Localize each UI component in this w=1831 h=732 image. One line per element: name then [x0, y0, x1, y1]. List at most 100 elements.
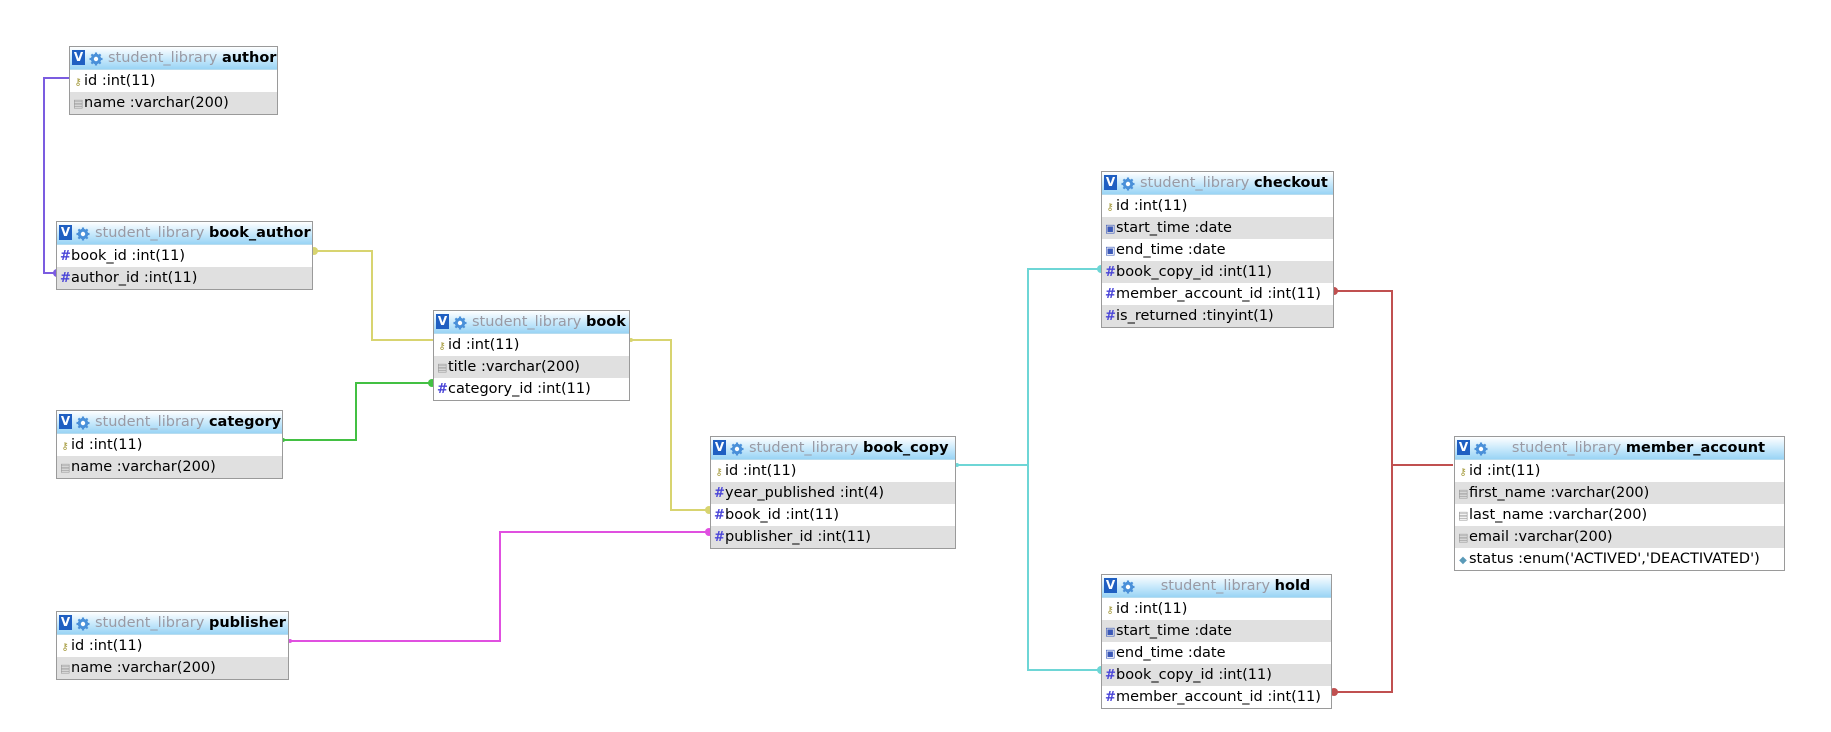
table-name: publisher: [208, 615, 286, 631]
column-row[interactable]: ▣end_time :date: [1102, 239, 1333, 261]
column-row[interactable]: #book_id :int(11): [711, 504, 955, 526]
column-label: is_returned :tinyint(1): [1116, 308, 1274, 324]
column-label: book_id :int(11): [71, 248, 185, 264]
column-label: title :varchar(200): [448, 359, 580, 375]
column-label: author_id :int(11): [71, 270, 198, 286]
column-row[interactable]: #author_id :int(11): [57, 267, 312, 289]
table-hold[interactable]: Vstudent_library hold ⚷ id :int(11) ▣start_…: [1101, 574, 1332, 709]
column-row[interactable]: ▣start_time :date: [1102, 620, 1331, 642]
table-author[interactable]: Vstudent_library author ⚷ id :int(11) ▤name…: [69, 46, 278, 115]
view-toggle-icon[interactable]: V: [1104, 578, 1117, 593]
numeric-column-icon: #: [60, 271, 71, 286]
database-name: student_library: [95, 414, 205, 430]
date-column-icon: ▣: [1105, 222, 1116, 235]
view-toggle-icon[interactable]: V: [72, 50, 85, 65]
table-publisher[interactable]: Vstudent_library publisher ⚷ id :int(11) ▤n…: [56, 611, 289, 680]
gear-icon[interactable]: [89, 51, 103, 66]
table-header[interactable]: Vstudent_library author: [70, 47, 277, 70]
column-row[interactable]: ▤name :varchar(200): [57, 456, 282, 478]
table-header[interactable]: Vstudent_library publisher: [57, 612, 288, 635]
text-column-icon: ▤: [437, 361, 448, 374]
numeric-column-icon: #: [714, 486, 725, 501]
column-row[interactable]: #year_published :int(4): [711, 482, 955, 504]
column-row[interactable]: ⚷ id :int(11): [711, 460, 955, 482]
column-row[interactable]: ⚷ id :int(11): [70, 70, 277, 92]
view-toggle-icon[interactable]: V: [713, 440, 726, 455]
gear-icon[interactable]: [1121, 176, 1135, 191]
gear-icon[interactable]: [76, 415, 90, 430]
table-checkout[interactable]: Vstudent_library checkout ⚷ id :int(11) ▣st…: [1101, 171, 1334, 328]
relation-book-copy-to-checkout-and-hold: [955, 265, 1105, 674]
column-row[interactable]: ⚷ id :int(11): [1102, 598, 1331, 620]
gear-icon[interactable]: [453, 315, 467, 330]
table-header[interactable]: Vstudent_library checkout: [1102, 172, 1333, 195]
gear-icon[interactable]: [1474, 441, 1488, 456]
gear-icon[interactable]: [76, 226, 90, 241]
column-row[interactable]: ▤name :varchar(200): [57, 657, 288, 679]
column-label: id :int(11): [725, 463, 797, 479]
table-book-author[interactable]: Vstudent_library book_author #book_id :in…: [56, 221, 313, 290]
table-header[interactable]: Vstudent_library book: [434, 311, 629, 334]
view-toggle-icon[interactable]: V: [59, 225, 72, 240]
text-column-icon: ▤: [60, 461, 71, 474]
gear-icon[interactable]: [730, 441, 744, 456]
view-toggle-icon[interactable]: V: [1457, 440, 1470, 455]
primary-key-icon: ⚷: [61, 642, 69, 653]
column-row[interactable]: ▤name :varchar(200): [70, 92, 277, 114]
column-label: name :varchar(200): [84, 95, 229, 111]
table-book-copy[interactable]: Vstudent_library book_copy ⚷ id :int(11) #y…: [710, 436, 956, 549]
column-row[interactable]: #book_id :int(11): [57, 245, 312, 267]
table-header[interactable]: Vstudent_library category: [57, 411, 282, 434]
column-row[interactable]: #member_account_id :int(11): [1102, 686, 1331, 708]
database-name: student_library: [1160, 578, 1271, 594]
table-title: student_library publisher: [95, 612, 286, 634]
gear-icon[interactable]: [76, 616, 90, 631]
table-name: author: [221, 50, 277, 66]
column-label: last_name :varchar(200): [1469, 507, 1648, 523]
column-row[interactable]: #category_id :int(11): [434, 378, 629, 400]
relation-book-to-category: [281, 379, 436, 442]
column-label: category_id :int(11): [448, 381, 591, 397]
column-row[interactable]: #is_returned :tinyint(1): [1102, 305, 1333, 327]
view-toggle-icon[interactable]: V: [1104, 175, 1117, 190]
table-name: member_account: [1625, 440, 1766, 456]
column-row[interactable]: ⚷ id :int(11): [57, 635, 288, 657]
column-row[interactable]: ▤title :varchar(200): [434, 356, 629, 378]
column-row[interactable]: ⚷ id :int(11): [57, 434, 282, 456]
table-header[interactable]: Vstudent_library member_account: [1455, 437, 1784, 460]
column-label: start_time :date: [1116, 220, 1232, 236]
table-header[interactable]: Vstudent_library hold: [1102, 575, 1331, 598]
database-name: student_library: [472, 314, 582, 330]
column-row[interactable]: #book_copy_id :int(11): [1102, 261, 1333, 283]
table-title: student_library hold: [1144, 575, 1327, 597]
column-row[interactable]: ▣end_time :date: [1102, 642, 1331, 664]
column-row[interactable]: ◆ status :enum('ACTIVED','DEACTIVATED'): [1455, 548, 1784, 570]
column-label: name :varchar(200): [71, 660, 216, 676]
database-name: student_library: [1511, 440, 1622, 456]
column-row[interactable]: #member_account_id :int(11): [1102, 283, 1333, 305]
column-label: end_time :date: [1116, 242, 1226, 258]
table-header[interactable]: Vstudent_library book_copy: [711, 437, 955, 460]
column-row[interactable]: ⚷ id :int(11): [434, 334, 629, 356]
column-row[interactable]: ▣start_time :date: [1102, 217, 1333, 239]
view-toggle-icon[interactable]: V: [436, 314, 449, 329]
column-row[interactable]: ▤email :varchar(200): [1455, 526, 1784, 548]
table-member-account[interactable]: Vstudent_library member_account ⚷ id :int(…: [1454, 436, 1785, 571]
table-category[interactable]: Vstudent_library category ⚷ id :int(11) ▤na…: [56, 410, 283, 479]
column-row[interactable]: ▤first_name :varchar(200): [1455, 482, 1784, 504]
table-header[interactable]: Vstudent_library book_author: [57, 222, 312, 245]
column-label: status :enum('ACTIVED','DEACTIVATED'): [1469, 551, 1760, 567]
column-row[interactable]: #book_copy_id :int(11): [1102, 664, 1331, 686]
numeric-column-icon: #: [1105, 265, 1116, 280]
view-toggle-icon[interactable]: V: [59, 615, 72, 630]
gear-icon[interactable]: [1121, 579, 1135, 594]
column-label: publisher_id :int(11): [725, 529, 871, 545]
column-row[interactable]: #publisher_id :int(11): [711, 526, 955, 548]
primary-key-icon: ⚷: [1106, 605, 1114, 616]
view-toggle-icon[interactable]: V: [59, 414, 72, 429]
text-column-icon: ▤: [1458, 487, 1469, 500]
column-row[interactable]: ⚷ id :int(11): [1102, 195, 1333, 217]
column-row[interactable]: ⚷ id :int(11): [1455, 460, 1784, 482]
table-book[interactable]: Vstudent_library book ⚷ id :int(11) ▤title …: [433, 310, 630, 401]
column-row[interactable]: ▤last_name :varchar(200): [1455, 504, 1784, 526]
